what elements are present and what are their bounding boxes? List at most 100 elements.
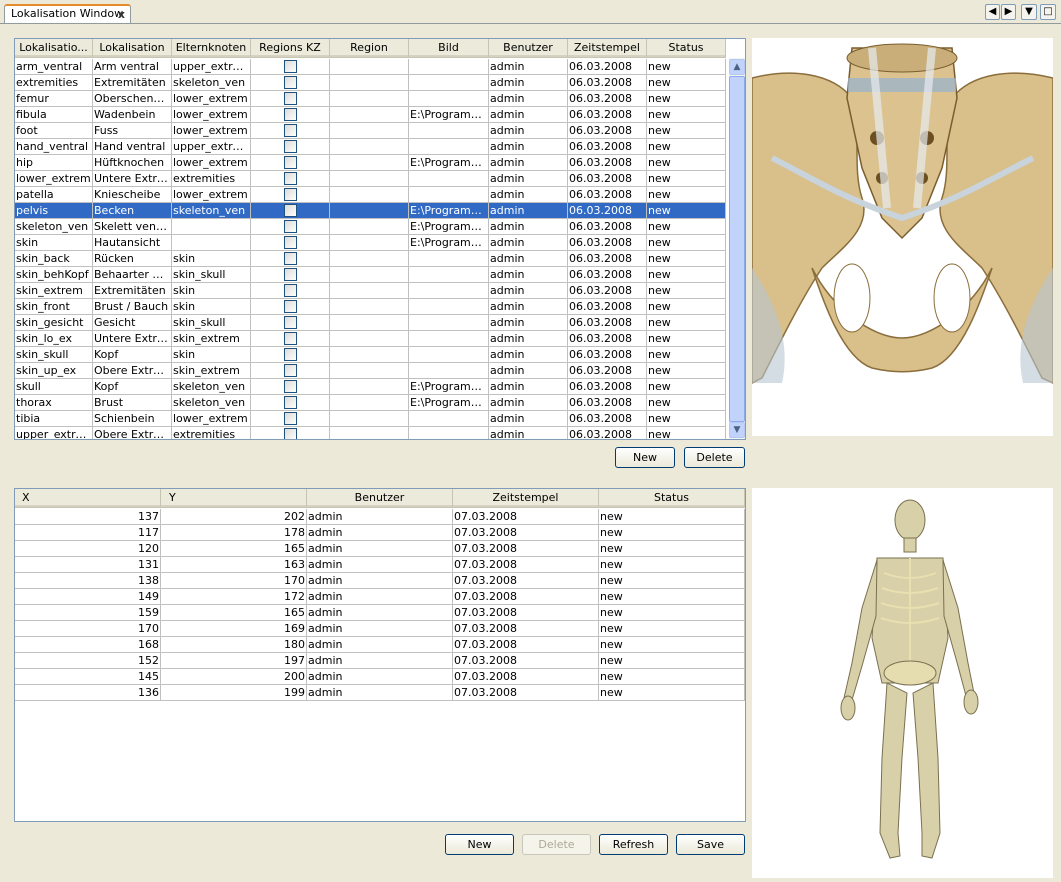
table-cell[interactable] — [409, 187, 489, 203]
table-cell[interactable]: Brust — [93, 395, 172, 411]
regions-kz-checkbox[interactable] — [283, 428, 297, 439]
table-cell[interactable]: 06.03.2008 — [568, 235, 647, 251]
table-cell[interactable]: 159 — [15, 605, 161, 621]
table-cell[interactable]: new — [599, 685, 745, 701]
column-header[interactable]: Zeitstempel — [453, 489, 599, 507]
table-cell[interactable]: skin_lo_ex — [15, 331, 93, 347]
table-row[interactable]: skull Kopf skeleton_ven E:\Programmi... admi… — [15, 379, 726, 395]
table-cell[interactable]: admin — [307, 669, 453, 685]
table-row[interactable]: 120 165 admin 07.03.2008 new — [15, 541, 745, 557]
table-row[interactable]: skin_up_ex Obere Extre... skin_extrem admin… — [15, 363, 726, 379]
regions-kz-checkbox[interactable] — [283, 92, 297, 105]
table-cell[interactable] — [409, 411, 489, 427]
regions-kz-checkbox[interactable] — [283, 364, 297, 377]
table-cell[interactable]: extremities — [172, 427, 251, 439]
table-cell[interactable]: new — [647, 59, 726, 75]
table-row[interactable]: foot Fuss lower_extrem admin 06.03.2008 new — [15, 123, 726, 139]
table-cell[interactable]: 06.03.2008 — [568, 331, 647, 347]
table-cell[interactable]: new — [647, 155, 726, 171]
scroll-thumb[interactable] — [729, 76, 745, 422]
table-cell[interactable]: admin — [489, 139, 568, 155]
table-cell[interactable] — [409, 91, 489, 107]
table-cell[interactable]: 06.03.2008 — [568, 91, 647, 107]
lokalisation-table[interactable]: Lokalisatio... Lokalisation Elternknoten Re… — [14, 38, 746, 440]
table-cell[interactable] — [172, 235, 251, 251]
table-cell[interactable] — [409, 331, 489, 347]
table-cell[interactable]: 07.03.2008 — [453, 605, 599, 621]
table-row[interactable]: skeleton_ven Skelett ventral E:\Programmi.… — [15, 219, 726, 235]
regions-kz-checkbox[interactable] — [283, 332, 297, 345]
table-row[interactable]: upper_extrem Obere Extre... extremities adm… — [15, 427, 726, 439]
regions-kz-checkbox[interactable] — [283, 316, 297, 329]
table-cell[interactable] — [330, 123, 409, 139]
table-cell[interactable] — [251, 59, 330, 75]
table-cell[interactable]: 06.03.2008 — [568, 427, 647, 439]
regions-kz-checkbox[interactable] — [283, 156, 297, 169]
table-row[interactable]: hip Hüftknochen lower_extrem E:\Programmi..… — [15, 155, 726, 171]
table-cell[interactable]: admin — [489, 59, 568, 75]
table-cell[interactable]: admin — [489, 379, 568, 395]
table-cell[interactable]: admin — [489, 315, 568, 331]
table-cell[interactable] — [330, 299, 409, 315]
table-cell[interactable]: 06.03.2008 — [568, 171, 647, 187]
table-cell[interactable]: new — [647, 283, 726, 299]
table-cell[interactable]: new — [599, 637, 745, 653]
table-row[interactable]: 145 200 admin 07.03.2008 new — [15, 669, 745, 685]
table-row[interactable]: skin_gesicht Gesicht skin_skull admin 06.03.… — [15, 315, 726, 331]
column-header[interactable]: Bild — [409, 39, 489, 57]
table-row[interactable]: hand_ventral Hand ventral upper_extrem admi… — [15, 139, 726, 155]
table-cell[interactable]: skin_front — [15, 299, 93, 315]
table-cell[interactable]: admin — [307, 685, 453, 701]
table-cell[interactable]: lower_extrem — [172, 411, 251, 427]
table-cell[interactable]: fibula — [15, 107, 93, 123]
column-header[interactable]: Benutzer — [307, 489, 453, 507]
table-cell[interactable]: skin_skull — [172, 267, 251, 283]
table-cell[interactable]: Brust / Bauch — [93, 299, 172, 315]
table-cell[interactable]: lower_extrem — [172, 123, 251, 139]
table-cell[interactable] — [251, 123, 330, 139]
regions-kz-checkbox[interactable] — [283, 252, 297, 265]
table-cell[interactable]: new — [647, 299, 726, 315]
regions-kz-checkbox[interactable] — [283, 236, 297, 249]
save-button[interactable]: Save — [676, 834, 745, 855]
table-cell[interactable]: E:\Programmi... — [409, 235, 489, 251]
table-cell[interactable] — [251, 75, 330, 91]
table-cell[interactable]: extremities — [15, 75, 93, 91]
table-cell[interactable] — [251, 395, 330, 411]
table-cell[interactable]: skeleton_ven — [172, 395, 251, 411]
table-cell[interactable]: admin — [489, 187, 568, 203]
table-row[interactable]: skin_lo_ex Untere Extre... skin_extrem admi… — [15, 331, 726, 347]
table-cell[interactable] — [330, 235, 409, 251]
table-cell[interactable]: Wadenbein — [93, 107, 172, 123]
table-cell[interactable]: skin — [15, 235, 93, 251]
table-cell[interactable]: 131 — [15, 557, 161, 573]
table-cell[interactable] — [251, 187, 330, 203]
table-cell[interactable]: patella — [15, 187, 93, 203]
table-cell[interactable]: extremities — [172, 171, 251, 187]
table-cell[interactable]: Behaarter Kopf — [93, 267, 172, 283]
table-cell[interactable]: new — [647, 139, 726, 155]
table-cell[interactable]: admin — [307, 621, 453, 637]
table-cell[interactable]: admin — [307, 589, 453, 605]
table-cell[interactable] — [251, 315, 330, 331]
table-cell[interactable]: admin — [489, 219, 568, 235]
column-header[interactable]: Lokalisatio... — [15, 39, 93, 57]
table-cell[interactable]: new — [647, 379, 726, 395]
table-cell[interactable] — [251, 155, 330, 171]
column-header[interactable]: Region — [330, 39, 409, 57]
scroll-right-icon[interactable]: ▶ — [1001, 4, 1016, 20]
table-cell[interactable] — [251, 283, 330, 299]
table-cell[interactable]: skin — [172, 299, 251, 315]
table-cell[interactable]: admin — [489, 283, 568, 299]
table-cell[interactable]: admin — [489, 299, 568, 315]
table-cell[interactable]: new — [599, 653, 745, 669]
scroll-down-icon[interactable]: ▼ — [729, 422, 745, 438]
table-cell[interactable]: 07.03.2008 — [453, 525, 599, 541]
table-cell[interactable]: skin — [172, 283, 251, 299]
table-cell[interactable]: new — [599, 525, 745, 541]
table-cell[interactable]: skull — [15, 379, 93, 395]
table-cell[interactable] — [251, 91, 330, 107]
table-cell[interactable]: 200 — [161, 669, 307, 685]
table-cell[interactable]: new — [647, 123, 726, 139]
table-cell[interactable] — [330, 219, 409, 235]
